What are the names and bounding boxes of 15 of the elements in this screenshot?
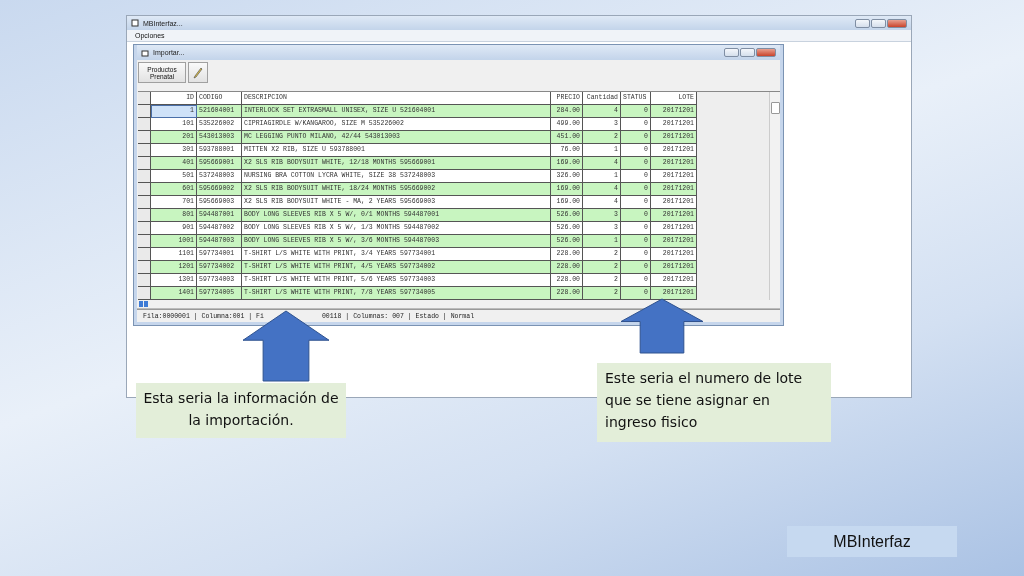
pencil-icon [193, 66, 203, 79]
grid-icon [139, 301, 148, 308]
minimize-button[interactable] [724, 48, 739, 57]
callout-text: Esta seria la información de la importación. [136, 383, 346, 438]
footer-label: MBInterfaz [787, 526, 957, 557]
callout-text: Este seria el numero de lote que se tiene asignar en ingreso fisico [597, 363, 831, 442]
vertical-scrollbar[interactable] [769, 91, 780, 300]
maximize-button[interactable] [740, 48, 755, 57]
pencil-button[interactable] [188, 62, 208, 83]
window-icon [141, 48, 149, 57]
maximize-button[interactable] [871, 18, 886, 28]
up-arrow-icon [620, 298, 704, 354]
window-icon [131, 19, 139, 27]
close-button[interactable] [887, 18, 907, 28]
minimize-button[interactable] [855, 18, 870, 28]
